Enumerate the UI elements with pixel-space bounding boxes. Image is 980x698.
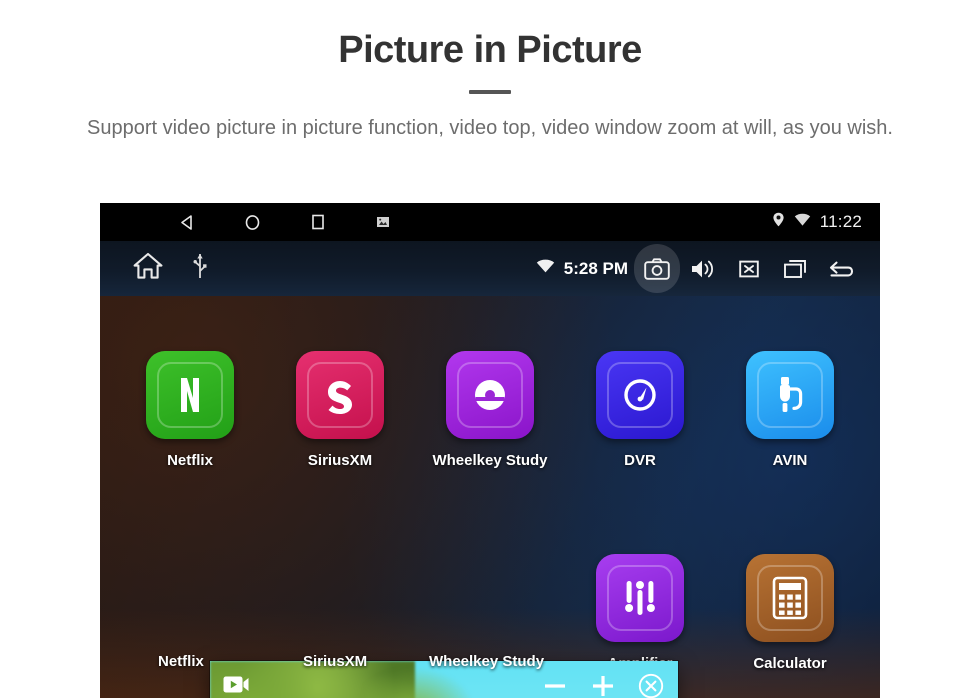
close-circle-icon[interactable] bbox=[634, 669, 668, 698]
camera-icon[interactable] bbox=[634, 244, 680, 293]
app-tile-siriusxm[interactable]: SiriusXM bbox=[275, 351, 405, 469]
video-camera-icon bbox=[221, 672, 251, 696]
amplifier-icon bbox=[596, 554, 684, 642]
siriusxm-icon bbox=[296, 351, 384, 439]
app-label: SiriusXM bbox=[307, 452, 373, 469]
app-label: DVR bbox=[624, 452, 656, 469]
screenshot-icon[interactable] bbox=[350, 203, 415, 241]
status-bar-clock: 11:22 bbox=[819, 212, 862, 231]
app-tile-dvr[interactable]: DVR bbox=[575, 351, 705, 469]
app-bar-right-icons: 5:28 PM bbox=[536, 241, 880, 296]
page-header: Picture in Picture Support video picture… bbox=[0, 0, 980, 143]
device-screen: 11:22 5:28 PM Netflix SiriusXM Wheelkey … bbox=[100, 203, 880, 698]
app-label: Wheelkey Study bbox=[432, 452, 548, 469]
app-label: Netflix bbox=[167, 452, 213, 469]
app-tile-avin[interactable]: AVIN bbox=[725, 351, 855, 469]
netflix-icon bbox=[146, 351, 234, 439]
title-divider bbox=[469, 89, 511, 94]
app-tile-calculator[interactable]: Calculator bbox=[725, 554, 855, 672]
recents-icon[interactable] bbox=[285, 203, 350, 241]
page-title: Picture in Picture bbox=[338, 29, 642, 71]
dvr-icon bbox=[596, 351, 684, 439]
back-arrow-icon[interactable] bbox=[818, 241, 864, 296]
usb-icon[interactable] bbox=[193, 253, 207, 284]
back-icon[interactable] bbox=[155, 203, 220, 241]
location-icon bbox=[772, 212, 785, 232]
avin-icon bbox=[746, 351, 834, 439]
pip-window-controls bbox=[538, 669, 668, 698]
zoom-in-button[interactable] bbox=[586, 669, 620, 698]
app-bar-clock: 5:28 PM bbox=[563, 258, 628, 278]
app-label-siriusxm: SiriusXM bbox=[303, 652, 368, 670]
android-status-bar: 11:22 bbox=[100, 203, 880, 241]
app-tile-wheelkey-study[interactable]: Wheelkey Study bbox=[425, 351, 555, 469]
wifi-icon bbox=[794, 213, 811, 232]
app-label: AVIN bbox=[772, 452, 808, 469]
app-label: Calculator bbox=[753, 655, 827, 672]
app-grid: Netflix SiriusXM Wheelkey Study DVR AVIN… bbox=[100, 296, 880, 698]
app-label-netflix: Netflix bbox=[158, 652, 204, 670]
android-status-indicators: 11:22 bbox=[772, 212, 880, 232]
wheelkey-icon bbox=[446, 351, 534, 439]
app-bar-left-icons bbox=[100, 252, 207, 285]
page-subtitle: Support video picture in picture functio… bbox=[87, 116, 893, 139]
android-nav-buttons bbox=[100, 203, 415, 241]
app-tile-netflix[interactable]: Netflix bbox=[125, 351, 255, 469]
home-icon[interactable] bbox=[220, 203, 285, 241]
zoom-out-button[interactable] bbox=[538, 669, 572, 698]
launcher-desktop: Netflix SiriusXM Wheelkey Study DVR AVIN… bbox=[100, 296, 880, 698]
calculator-icon bbox=[746, 554, 834, 642]
wifi-icon bbox=[536, 259, 555, 279]
hidden-app-labels: Netflix SiriusXM Wheelkey Study bbox=[100, 650, 680, 672]
home-icon[interactable] bbox=[133, 252, 163, 285]
app-top-bar: 5:28 PM bbox=[100, 241, 880, 296]
mute-icon[interactable] bbox=[726, 241, 772, 296]
app-label-wheelkey: Wheelkey Study bbox=[429, 652, 545, 670]
volume-icon[interactable] bbox=[680, 241, 726, 296]
multi-window-icon[interactable] bbox=[772, 241, 818, 296]
